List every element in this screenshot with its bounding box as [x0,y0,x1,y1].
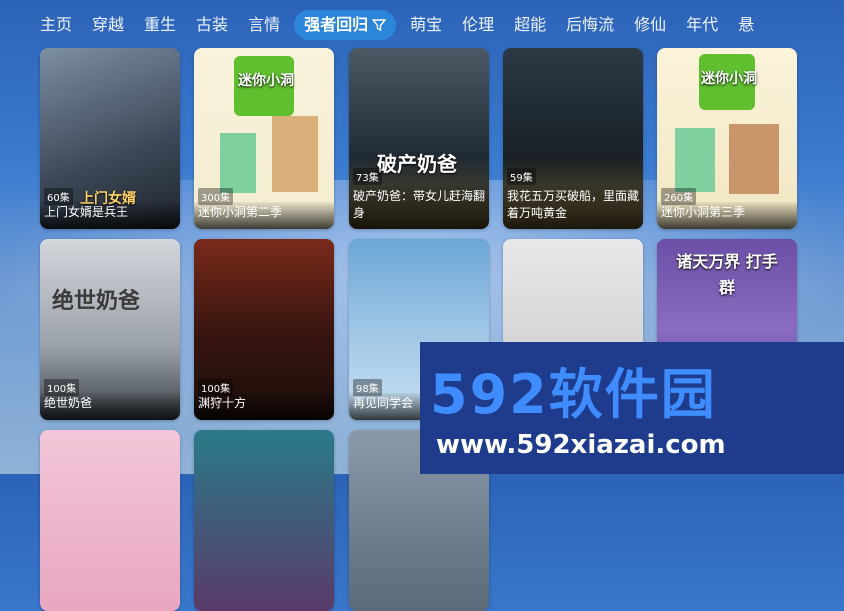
poster-title-art: 破产奶爸 [377,152,457,176]
tab-strong-return[interactable]: 强者回归 [294,10,397,40]
tab-strong-return-label: 强者回归 [304,15,369,34]
cartoon-character [220,133,256,193]
tab-home[interactable]: 主页 [0,0,82,50]
drama-card[interactable] [194,430,334,611]
drama-card[interactable]: 59集 我花五万买破船，里面藏着万吨黄金 [503,48,643,229]
drama-card[interactable]: 迷你小洞 260集 迷你小洞第三季 [657,48,797,229]
tab-time-travel[interactable]: 穿越 [82,0,134,50]
drama-title: 上门女婿是兵王 [40,202,180,229]
drama-card[interactable]: 上门女婿 60集 上门女婿是兵王 [40,48,180,229]
cartoon-character [729,124,779,194]
tab-romance[interactable]: 言情 [238,0,290,50]
tab-cute-baby[interactable]: 萌宝 [400,0,452,50]
drama-card[interactable]: 迷你小洞 300集 迷你小洞第二季 [194,48,334,229]
poster-image [194,430,334,611]
drama-title: 破产奶爸：带女儿赶海翻身 [349,186,489,229]
watermark-url: www.592xiazai.com [436,430,726,460]
drama-title: 迷你小洞第二季 [194,202,334,229]
watermark-logo: 592软件园 [430,363,717,426]
drama-title: 绝世奶爸 [40,393,180,420]
drama-card[interactable]: 破产奶爸 73集 破产奶爸：带女儿赶海翻身 [349,48,489,229]
tab-regret[interactable]: 后悔流 [556,0,624,50]
cartoon-character [272,116,318,192]
poster-title-art: 绝世奶爸 [52,289,141,314]
drama-card[interactable]: 绝世奶爸 100集 绝世奶爸 [40,239,180,420]
drama-card[interactable]: 100集 渊狩十方 [194,239,334,420]
filter-icon[interactable] [372,18,387,32]
tab-costume[interactable]: 古装 [186,0,238,50]
tab-rebirth[interactable]: 重生 [134,0,186,50]
drama-title: 我花五万买破船，里面藏着万吨黄金 [503,186,643,229]
tab-ethics[interactable]: 伦理 [452,0,504,50]
tab-suspense[interactable]: 悬 [728,0,764,50]
poster-image [40,430,180,611]
episode-count-badge: 59集 [507,168,536,185]
tab-era[interactable]: 年代 [676,0,728,50]
tab-superpower[interactable]: 超能 [504,0,556,50]
category-tabs: 主页 穿越 重生 古装 言情 强者回归 萌宝 伦理 超能 后悔流 修仙 年代 悬 [0,0,844,50]
episode-count-badge: 73集 [353,168,382,185]
cartoon-character [675,128,715,192]
poster-title-art: 迷你小洞 [701,71,757,87]
drama-card[interactable] [40,430,180,611]
poster-title-art: 迷你小洞 [238,73,294,89]
drama-title: 迷你小洞第三季 [657,202,797,229]
poster-title-art: 诸天万界 打手群 [676,252,778,297]
tab-cultivation[interactable]: 修仙 [624,0,676,50]
drama-title: 渊狩十方 [194,393,334,420]
